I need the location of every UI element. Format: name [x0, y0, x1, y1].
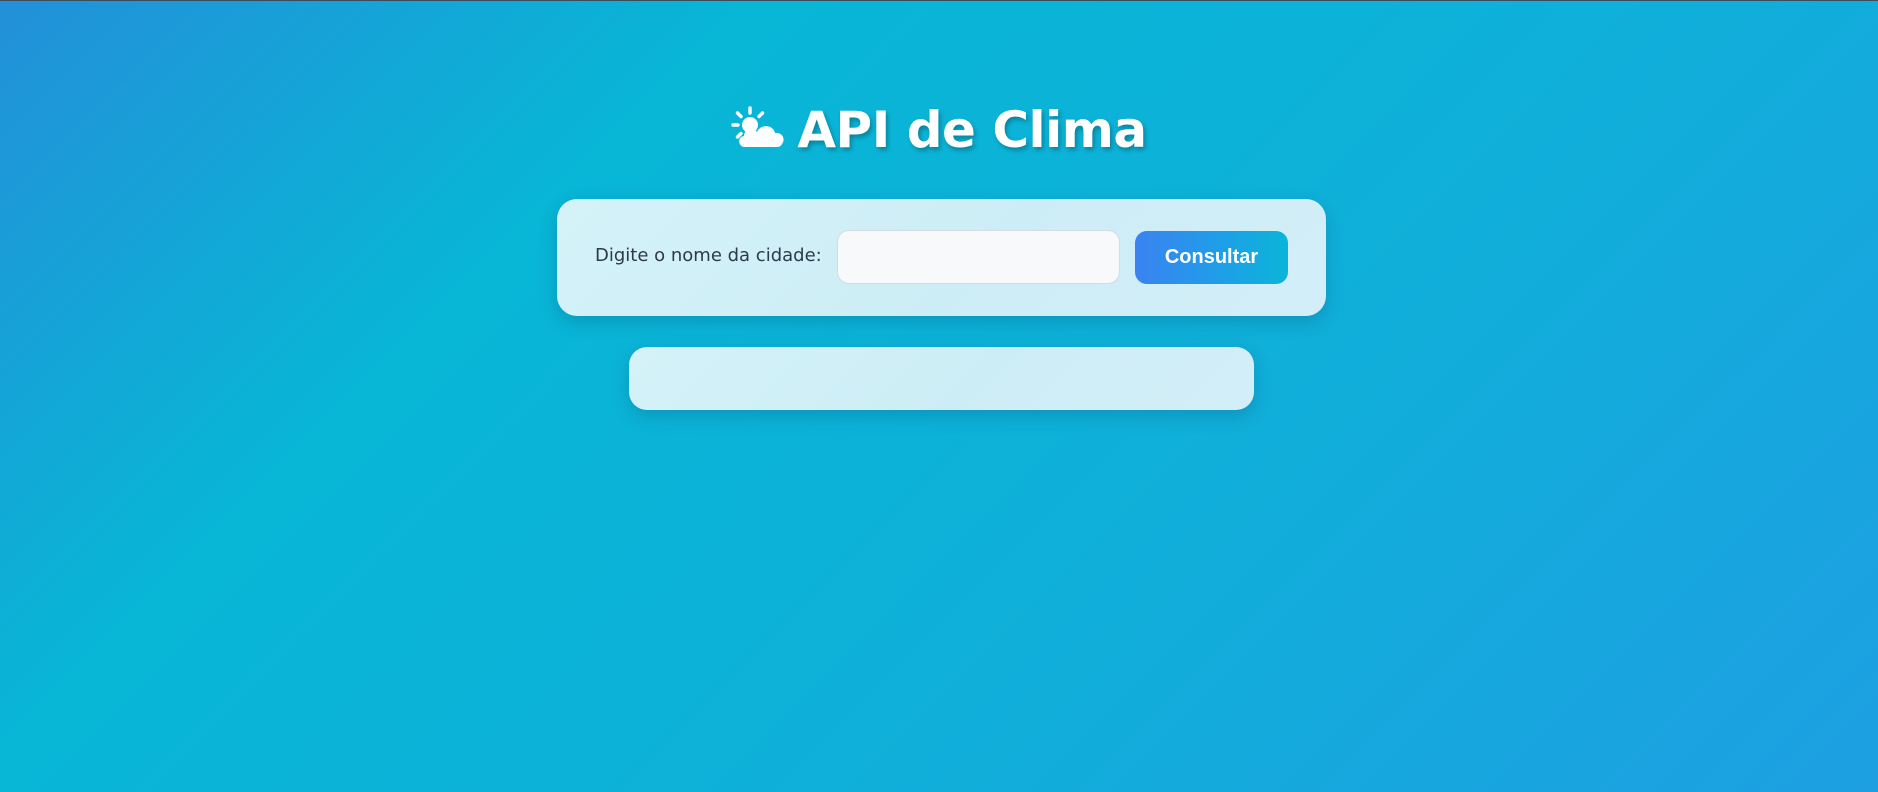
page-title-text: API de Clima — [797, 101, 1147, 159]
weather-result-panel — [629, 347, 1254, 410]
page-title: API de Clima — [0, 100, 1878, 160]
window-top-border — [0, 0, 1878, 1]
sun-behind-cloud-icon — [731, 103, 787, 147]
city-input[interactable] — [837, 230, 1120, 284]
city-label: Digite o nome da cidade: — [595, 245, 822, 266]
search-card: Digite o nome da cidade: Consultar — [557, 199, 1326, 316]
consult-button[interactable]: Consultar — [1135, 231, 1288, 284]
